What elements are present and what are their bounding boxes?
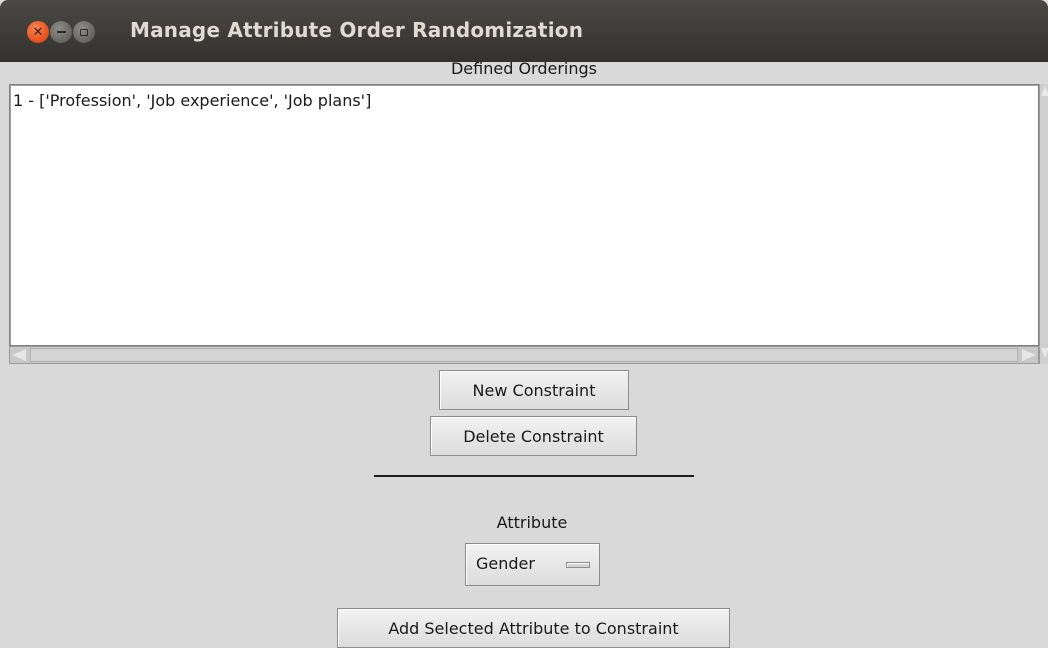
new-constraint-button[interactable]: New Constraint bbox=[439, 370, 629, 410]
manage-attribute-order-window: ✕ Manage Attribute Order Randomization D… bbox=[0, 0, 1048, 648]
add-attribute-to-constraint-button[interactable]: Add Selected Attribute to Constraint bbox=[337, 608, 730, 648]
attribute-select[interactable]: Gender bbox=[465, 543, 600, 586]
orderings-listbox[interactable]: 1 - ['Profession', 'Job experience', 'Jo… bbox=[9, 84, 1039, 346]
title-bar[interactable]: ✕ Manage Attribute Order Randomization bbox=[0, 0, 1048, 62]
scrollbar-thumb[interactable] bbox=[30, 348, 1018, 362]
close-icon[interactable]: ✕ bbox=[27, 21, 49, 43]
scroll-up-icon[interactable] bbox=[1041, 86, 1048, 96]
delete-constraint-button[interactable]: Delete Constraint bbox=[430, 416, 637, 456]
scroll-left-icon[interactable] bbox=[12, 349, 26, 361]
horizontal-scrollbar[interactable] bbox=[9, 346, 1039, 364]
option-menu-indicator-icon bbox=[566, 562, 590, 568]
scroll-down-icon[interactable] bbox=[1041, 348, 1048, 358]
list-item[interactable]: 1 - ['Profession', 'Job experience', 'Jo… bbox=[13, 91, 371, 111]
attribute-label: Attribute bbox=[496, 513, 568, 532]
separator bbox=[374, 475, 694, 477]
scroll-right-icon[interactable] bbox=[1022, 349, 1036, 361]
attribute-select-value: Gender bbox=[476, 554, 535, 573]
vertical-scrollbar[interactable] bbox=[1039, 84, 1048, 364]
maximize-icon[interactable] bbox=[73, 21, 95, 43]
window-title: Manage Attribute Order Randomization bbox=[130, 18, 584, 42]
minimize-icon[interactable] bbox=[50, 21, 72, 43]
defined-orderings-label: Defined Orderings bbox=[450, 59, 597, 78]
